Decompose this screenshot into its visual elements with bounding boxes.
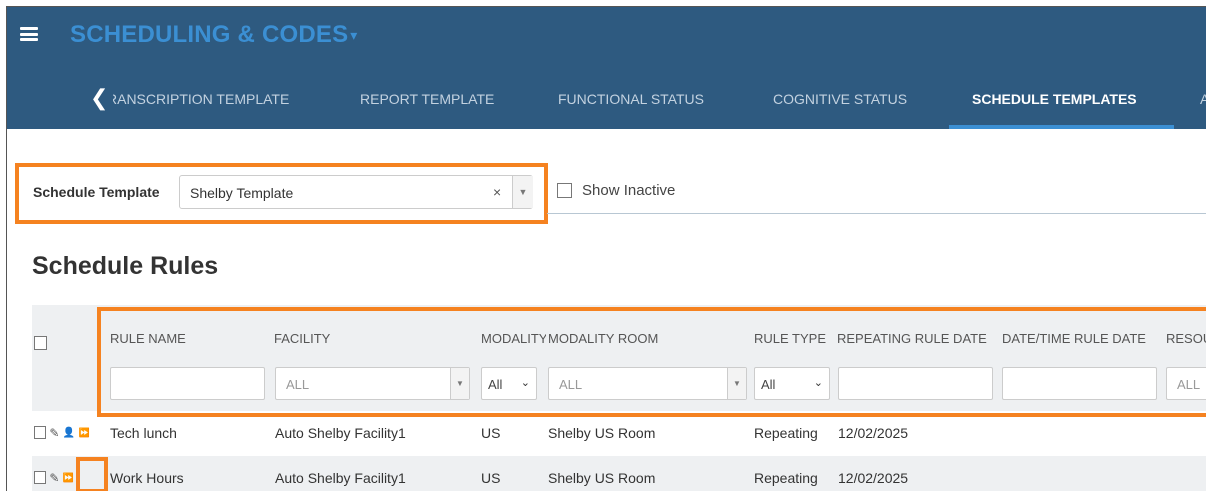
table-row[interactable]: ✎ 👤 ⏩ Tech lunch Auto Shelby Facility1 U… — [32, 411, 1206, 456]
hamburger-menu-icon[interactable] — [20, 27, 38, 41]
modality-room-filter-select[interactable]: ALL ▼ — [548, 367, 747, 400]
schedule-template-value: Shelby Template — [190, 185, 294, 201]
row-checkbox[interactable] — [34, 426, 46, 440]
modality-filter-value: All — [488, 377, 503, 392]
rule-type-filter-value: All — [761, 377, 776, 392]
dropdown-arrow-icon: ▼ — [450, 368, 469, 399]
app-header: SCHEDULING & CODES ▾ ❮ RANSCRIPTION TEMPL… — [7, 7, 1206, 129]
row-actions: ✎ ⏩ — [34, 470, 74, 485]
divider — [547, 213, 1206, 214]
dropdown-arrow-icon[interactable]: ▼ — [512, 176, 533, 208]
schedule-rules-title: Schedule Rules — [32, 252, 219, 280]
col-resource[interactable]: RESOURCE — [1166, 331, 1206, 346]
modality-room-cell: Shelby US Room — [548, 425, 656, 441]
tab-report-template[interactable]: REPORT TEMPLATE — [360, 91, 494, 107]
schedule-template-label: Schedule Template — [33, 184, 160, 200]
modality-cell: US — [481, 425, 501, 441]
datetime-date-filter-input[interactable] — [1002, 367, 1157, 400]
repeating-date-cell: 12/02/2025 — [838, 470, 909, 486]
repeating-date-filter-input[interactable] — [838, 367, 993, 400]
chevron-down-icon: ⌄ — [813, 377, 823, 389]
clear-icon[interactable]: × — [493, 184, 501, 200]
forward-icon[interactable]: ⏩ — [79, 427, 90, 437]
tab-bar: ❮ RANSCRIPTION TEMPLATE REPORT TEMPLATE … — [7, 77, 1206, 129]
col-rule-name[interactable]: RULE NAME — [110, 331, 270, 346]
forward-icon[interactable]: ⏩ — [63, 472, 74, 482]
repeating-date-cell: 12/02/2025 — [838, 425, 909, 441]
edit-icon[interactable]: ✎ — [49, 471, 59, 485]
show-inactive-label: Show Inactive — [582, 182, 676, 200]
row-actions: ✎ 👤 ⏩ — [34, 425, 90, 440]
dropdown-arrow-icon: ▼ — [727, 368, 746, 399]
row-checkbox[interactable] — [34, 471, 46, 485]
modality-filter-select[interactable]: All ⌄ — [481, 367, 537, 400]
modality-room-cell: Shelby US Room — [548, 470, 656, 486]
show-inactive-checkbox[interactable] — [557, 183, 572, 199]
resource-filter-select[interactable]: ALL — [1166, 367, 1206, 400]
chevron-down-icon: ▾ — [350, 27, 358, 44]
template-filter-bar: Schedule Template Shelby Template × ▼ Sh… — [7, 129, 1206, 224]
chevron-left-icon[interactable]: ❮ — [90, 85, 108, 111]
rule-name-cell: Work Hours — [110, 470, 184, 486]
show-inactive-toggle[interactable]: Show Inactive — [557, 182, 675, 200]
rule-name-filter-input[interactable] — [110, 367, 265, 400]
facility-filter-select[interactable]: ALL ▼ — [275, 367, 470, 400]
tab-functional-status[interactable]: FUNCTIONAL STATUS — [558, 91, 704, 107]
rule-type-cell: Repeating — [754, 470, 818, 486]
col-rule-type[interactable]: RULE TYPE — [754, 331, 832, 346]
facility-cell: Auto Shelby Facility1 — [275, 425, 406, 441]
facility-cell: Auto Shelby Facility1 — [275, 470, 406, 486]
schedule-template-select[interactable]: Shelby Template × ▼ — [179, 175, 533, 209]
select-all-checkbox[interactable] — [34, 336, 47, 350]
col-modality[interactable]: MODALITY — [481, 331, 546, 346]
facility-filter-value: ALL — [286, 377, 310, 392]
tab-schedule-templates[interactable]: SCHEDULE TEMPLATES — [972, 91, 1137, 107]
table-row[interactable]: ✎ ⏩ Work Hours Auto Shelby Facility1 US … — [32, 456, 1206, 491]
modality-cell: US — [481, 470, 501, 486]
chevron-down-icon: ⌄ — [520, 377, 530, 389]
col-datetime-rule-date[interactable]: DATE/TIME RULE DATE — [1002, 331, 1162, 346]
col-facility[interactable]: FACILITY — [274, 331, 474, 346]
modality-room-filter-value: ALL — [559, 377, 583, 392]
tab-overflow[interactable]: A — [1200, 91, 1206, 107]
resource-filter-value: ALL — [1177, 377, 1201, 392]
grid-header: RULE NAME FACILITY MODALITY MODALITY ROO… — [32, 305, 1206, 411]
user-icon[interactable]: 👤 — [63, 427, 75, 438]
app-title[interactable]: SCHEDULING & CODES ▾ — [70, 21, 358, 49]
tab-cognitive-status[interactable]: COGNITIVE STATUS — [773, 91, 907, 107]
rule-type-cell: Repeating — [754, 425, 818, 441]
app-frame: SCHEDULING & CODES ▾ ❮ RANSCRIPTION TEMPL… — [6, 6, 1206, 491]
col-modality-room[interactable]: MODALITY ROOM — [548, 331, 748, 346]
rule-name-cell: Tech lunch — [110, 425, 177, 441]
rule-type-filter-select[interactable]: All ⌄ — [754, 367, 830, 400]
tab-transcription-template[interactable]: RANSCRIPTION TEMPLATE — [113, 91, 289, 107]
app-title-label: SCHEDULING & CODES — [70, 21, 349, 48]
col-repeating-rule-date[interactable]: REPEATING RULE DATE — [837, 331, 998, 346]
edit-icon[interactable]: ✎ — [49, 426, 59, 440]
